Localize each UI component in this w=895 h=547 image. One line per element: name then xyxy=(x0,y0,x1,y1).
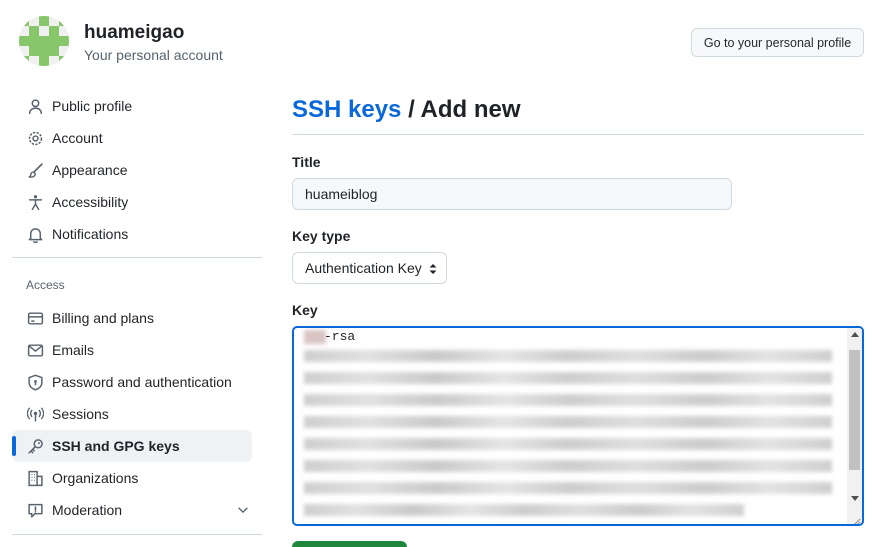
breadcrumb-current: Add new xyxy=(420,96,521,123)
bell-icon xyxy=(27,226,44,243)
user-name[interactable]: huameigao xyxy=(84,22,184,44)
sidebar-item-label: Organizations xyxy=(52,470,139,486)
sidebar-item-organizations[interactable]: Organizations xyxy=(12,462,252,494)
select-arrows-icon xyxy=(428,262,438,276)
go-to-profile-button[interactable]: Go to your personal profile xyxy=(691,28,864,57)
section-heading-access: Access xyxy=(26,278,65,292)
person-icon xyxy=(27,98,44,115)
sidebar-item-label: Notifications xyxy=(52,226,129,242)
add-ssh-key-button[interactable] xyxy=(292,541,407,547)
key-field-label: Key xyxy=(292,302,318,318)
sidebar-item-moderation[interactable]: Moderation xyxy=(12,494,252,526)
redacted-key-line xyxy=(304,438,832,450)
sidebar-item-emails[interactable]: Emails xyxy=(12,334,252,366)
credit-card-icon xyxy=(27,310,44,327)
sidebar-item-notifications[interactable]: Notifications xyxy=(12,218,252,250)
sidebar-divider xyxy=(12,257,262,258)
scroll-thumb[interactable] xyxy=(849,350,860,470)
chevron-down-icon[interactable] xyxy=(236,503,250,517)
sidebar-item-label: Password and authentication xyxy=(52,374,232,390)
redacted-key-line xyxy=(304,394,832,406)
breadcrumb-ssh-keys-link[interactable]: SSH keys xyxy=(292,96,401,123)
redacted-key-line xyxy=(304,460,832,472)
key-type-label: Key type xyxy=(292,228,351,244)
sidebar-item-label: Emails xyxy=(52,342,95,358)
title-input[interactable]: huameiblog xyxy=(292,178,732,210)
scroll-up-arrow-icon[interactable] xyxy=(851,332,859,337)
redacted-key-line xyxy=(304,482,832,494)
report-icon xyxy=(27,502,44,519)
paintbrush-icon xyxy=(27,162,44,179)
redacted-key-line xyxy=(304,350,832,362)
sidebar-item-label: Accessibility xyxy=(52,194,129,210)
sidebar-item-account[interactable]: Account xyxy=(12,122,252,154)
sidebar-item-label: Billing and plans xyxy=(52,310,154,326)
broadcast-icon xyxy=(27,406,44,423)
redacted-key-line xyxy=(304,504,744,516)
mail-icon xyxy=(27,342,44,359)
account-type-label: Your personal account xyxy=(84,47,223,63)
key-textarea[interactable]: -rsa xyxy=(292,326,864,526)
sidebar-item-accessibility[interactable]: Accessibility xyxy=(12,186,252,218)
redacted-key-line xyxy=(304,372,832,384)
sidebar-item-label: Account xyxy=(52,130,103,146)
key-icon xyxy=(27,438,44,455)
sidebar-divider xyxy=(12,534,262,535)
key-text-visible: -rsa xyxy=(324,329,356,344)
scroll-down-arrow-icon[interactable] xyxy=(851,496,859,501)
sidebar-item-label: Appearance xyxy=(52,162,128,178)
shield-lock-icon xyxy=(27,374,44,391)
title-divider xyxy=(292,134,864,135)
sidebar-item-sessions[interactable]: Sessions xyxy=(12,398,252,430)
sidebar-item-ssh-gpg-keys[interactable]: SSH and GPG keys xyxy=(12,430,252,462)
avatar[interactable] xyxy=(19,16,69,66)
sidebar-item-billing[interactable]: Billing and plans xyxy=(12,302,252,334)
resize-grip-icon[interactable] xyxy=(851,513,861,524)
accessibility-icon xyxy=(27,194,44,211)
key-type-select[interactable]: Authentication Key xyxy=(292,252,447,284)
breadcrumb-separator: / xyxy=(401,96,421,123)
page-title: SSH keys / Add new xyxy=(292,96,521,124)
sidebar-item-public-profile[interactable]: Public profile xyxy=(12,90,252,122)
sidebar-item-label: Public profile xyxy=(52,98,133,114)
sidebar-item-appearance[interactable]: Appearance xyxy=(12,154,252,186)
organization-icon xyxy=(27,470,44,487)
title-field-label: Title xyxy=(292,154,321,170)
key-type-selected-value: Authentication Key xyxy=(305,260,422,276)
sidebar-item-password-auth[interactable]: Password and authentication xyxy=(12,366,252,398)
redacted-region xyxy=(304,330,326,344)
redacted-key-line xyxy=(304,416,832,428)
sidebar-item-label: Sessions xyxy=(52,406,109,422)
active-indicator xyxy=(12,436,16,456)
sidebar-item-label: Moderation xyxy=(52,502,123,518)
textarea-scrollbar[interactable] xyxy=(847,328,862,524)
sidebar-item-label: SSH and GPG keys xyxy=(52,438,180,454)
title-input-value: huameiblog xyxy=(305,186,378,202)
gear-icon xyxy=(27,130,44,147)
